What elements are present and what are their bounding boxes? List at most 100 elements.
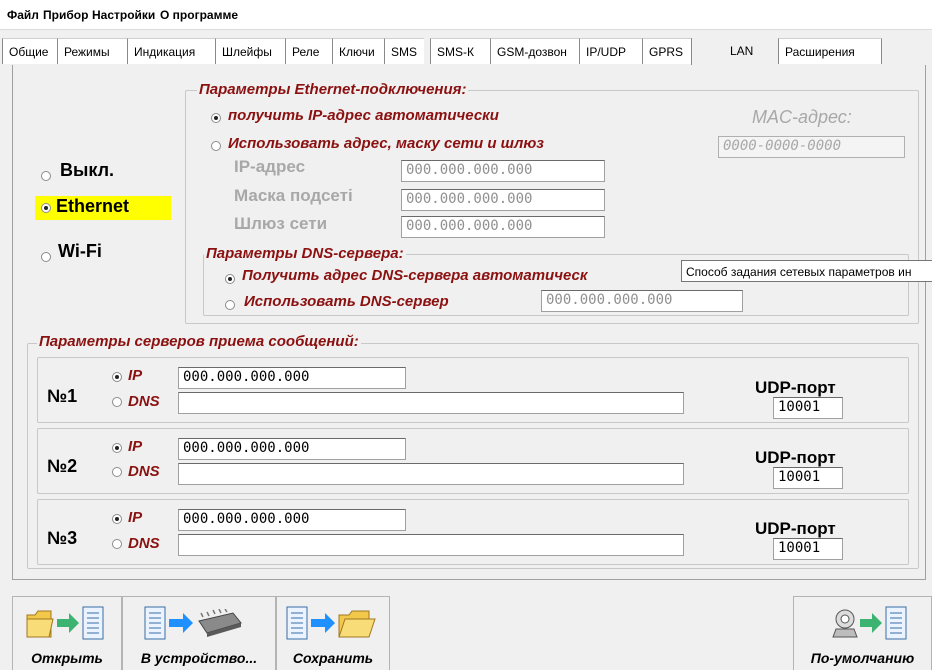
menu-file[interactable]: Файл <box>7 8 39 22</box>
menu-settings[interactable]: Настройки <box>92 8 155 22</box>
server-2-port-field[interactable]: 10001 <box>773 467 843 489</box>
server-1-port-field[interactable]: 10001 <box>773 397 843 419</box>
dns-manual-label: Использовать DNS-сервер <box>244 293 449 310</box>
server-3-number: №3 <box>47 528 78 548</box>
defaults-button[interactable]: По-умолчанию <box>793 596 932 670</box>
tooltip: Способ задания сетевых параметров ин <box>681 260 932 282</box>
ethernet-params-title: Параметры Ethernet-подключения: <box>197 81 469 98</box>
server-3-udp-label: UDP-порт <box>755 519 836 538</box>
server-3-dns-radio[interactable] <box>112 539 122 549</box>
ip-auto-label: получить IP-адрес автоматически <box>228 107 499 124</box>
mac-label: MAC-адрес: <box>752 107 852 127</box>
mode-ethernet-label: Ethernet <box>56 196 130 216</box>
menu-device[interactable]: Прибор <box>43 8 88 22</box>
tab-ip-udp[interactable]: IP/UDP <box>579 38 642 64</box>
factory-reset-icon <box>832 609 858 638</box>
dns-auto-label: Получить адрес DNS-сервера автоматическ <box>242 267 588 284</box>
tab-label: Шлейфы <box>222 45 272 59</box>
server-3-ip-field[interactable]: 000.000.000.000 <box>178 509 406 531</box>
dns-server-field[interactable]: 000.000.000.000 <box>541 290 743 312</box>
subnet-mask-field[interactable]: 000.000.000.000 <box>401 189 605 211</box>
mode-off-radio[interactable] <box>41 171 51 181</box>
tab-label: GSM-дозвон <box>497 45 567 59</box>
open-icons <box>13 605 121 647</box>
ip-manual-label: Использовать адрес, маску сети и шлюз <box>228 135 544 152</box>
defaults-label: По-умолчанию <box>810 650 915 666</box>
server-3-ip-radio[interactable] <box>112 514 122 524</box>
server-2-number: №2 <box>47 456 78 476</box>
server-2-dns-field[interactable] <box>178 463 684 485</box>
server-1-dns-label: DNS <box>128 393 160 410</box>
dns-manual-radio[interactable] <box>225 300 235 310</box>
dns-params-title: Параметры DNS-сервера: <box>204 245 406 262</box>
servers-title: Параметры серверов приема сообщений: <box>37 333 361 350</box>
tab-sms-k[interactable]: SMS-К <box>430 38 490 64</box>
tab-extensions[interactable]: Расширения <box>778 38 882 64</box>
server-1-dns-radio[interactable] <box>112 397 122 407</box>
tab-loops[interactable]: Шлейфы <box>215 38 285 64</box>
tab-general[interactable]: Общие <box>2 38 57 64</box>
document-icon <box>286 606 308 640</box>
document-icon <box>885 606 907 640</box>
folder-icon <box>26 610 54 638</box>
save-button[interactable]: Сохранить <box>276 596 390 670</box>
server-1-dns-field[interactable] <box>178 392 684 414</box>
tab-sms[interactable]: SMS <box>384 38 424 64</box>
tab-label: Реле <box>292 45 320 59</box>
server-3-port-field[interactable]: 10001 <box>773 538 843 560</box>
server-2-dns-label: DNS <box>128 463 160 480</box>
tab-bar: Общие Режимы Индикация Шлейфы Реле Ключи… <box>0 38 932 65</box>
tab-label: IP/UDP <box>586 45 627 59</box>
tab-lan[interactable]: LAN <box>691 38 774 65</box>
write-device-label: В устройство... <box>140 650 258 666</box>
tab-indication[interactable]: Индикация <box>127 38 215 64</box>
open-label: Открыть <box>31 650 103 666</box>
open-button[interactable]: Открыть <box>12 596 122 670</box>
mode-wifi-radio[interactable] <box>41 252 51 262</box>
tab-label: SMS <box>391 45 418 59</box>
tab-label: GPRS <box>649 45 684 59</box>
mode-off-label: Выкл. <box>60 160 115 180</box>
server-3-dns-field[interactable] <box>178 534 684 556</box>
tab-relays[interactable]: Реле <box>285 38 332 64</box>
gateway-field[interactable]: 000.000.000.000 <box>401 216 605 238</box>
tab-label: SMS-К <box>437 45 474 59</box>
tab-gsm-dial[interactable]: GSM-дозвон <box>490 38 579 64</box>
server-1-ip-radio[interactable] <box>112 372 122 382</box>
dns-auto-radio[interactable] <box>225 274 235 284</box>
write-device-icons <box>123 605 275 647</box>
menu-about[interactable]: О программе <box>160 8 238 22</box>
menu-bar: Файл Прибор Настройки О программе <box>0 0 932 30</box>
tab-gprs[interactable]: GPRS <box>642 38 691 64</box>
server-1-ip-field[interactable]: 000.000.000.000 <box>178 367 406 389</box>
server-1-ip-label: IP <box>128 367 143 384</box>
tab-label: Расширения <box>785 45 855 59</box>
tab-label: Ключи <box>339 45 375 59</box>
server-2-udp-label: UDP-порт <box>755 448 836 467</box>
tab-keys[interactable]: Ключи <box>332 38 384 64</box>
server-2-ip-radio[interactable] <box>112 443 122 453</box>
ip-auto-radio[interactable] <box>211 113 221 123</box>
server-2-ip-label: IP <box>128 438 143 455</box>
ip-address-field[interactable]: 000.000.000.000 <box>401 160 605 182</box>
server-2-ip-field[interactable]: 000.000.000.000 <box>178 438 406 460</box>
server-3-dns-label: DNS <box>128 535 160 552</box>
mode-wifi-label: Wi-Fi <box>58 241 102 261</box>
tab-label: LAN <box>730 44 754 58</box>
server-1-number: №1 <box>47 386 78 406</box>
document-icon <box>82 606 104 640</box>
tab-label: Режимы <box>64 45 110 59</box>
subnet-mask-label: Маска подсеті <box>234 186 353 205</box>
server-3-ip-label: IP <box>128 509 143 526</box>
write-device-button[interactable]: В устройство... <box>122 596 276 670</box>
tab-label: Индикация <box>134 45 196 59</box>
ip-manual-radio[interactable] <box>211 141 221 151</box>
arrow-right-icon <box>860 613 882 633</box>
tab-modes[interactable]: Режимы <box>57 38 127 64</box>
chip-icon <box>198 609 242 637</box>
mac-field: 0000-0000-0000 <box>718 136 905 158</box>
gateway-label: Шлюз сети <box>234 214 328 233</box>
document-icon <box>144 606 166 640</box>
server-2-dns-radio[interactable] <box>112 467 122 477</box>
mode-ethernet-radio[interactable] <box>41 203 51 213</box>
